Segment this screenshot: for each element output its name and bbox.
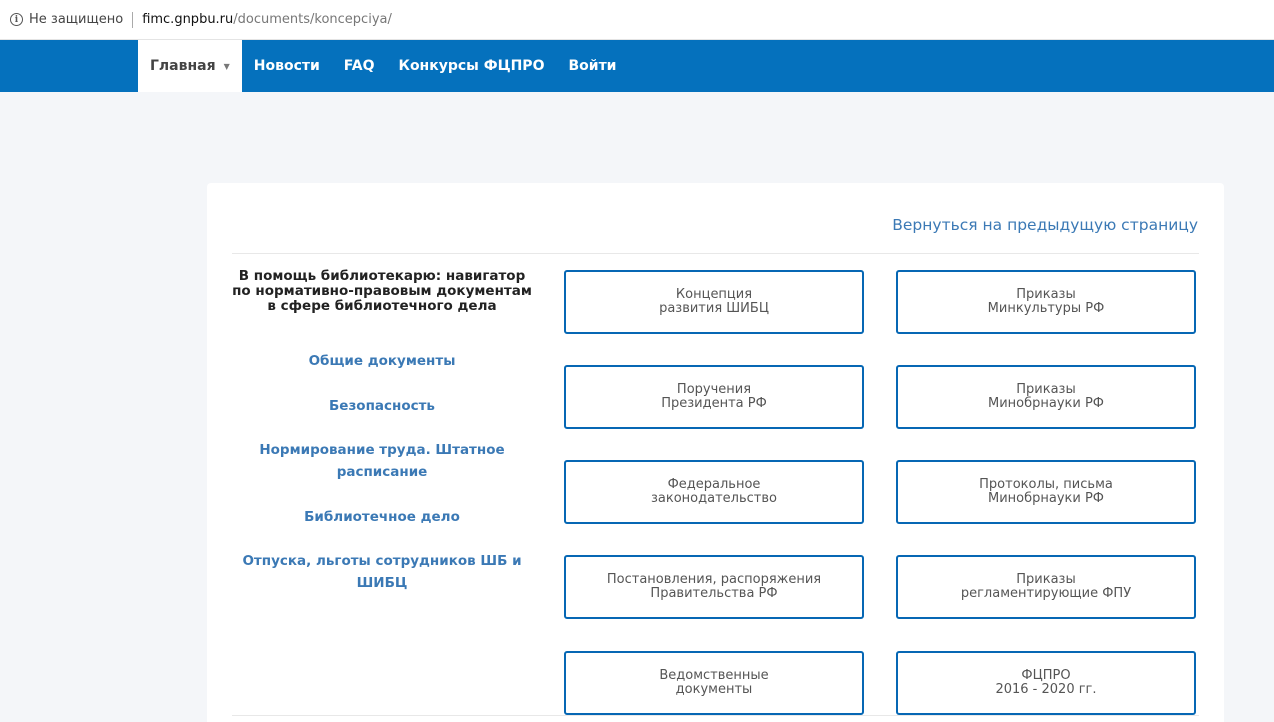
caret-down-icon: ▼ (223, 61, 230, 71)
button-label: Приказы Минобрнауки РФ (987, 382, 1104, 411)
sidebar-title: В помощь библиотекарю: навигатор по норм… (232, 268, 532, 314)
info-icon[interactable]: i (10, 13, 23, 26)
url-path: /documents/koncepciya/ (233, 12, 392, 27)
button-label: Постановления, распоряжения Правительств… (606, 572, 822, 601)
nav-item-login[interactable]: Войти (556, 40, 628, 92)
button-label: Федеральное законодательство (651, 477, 777, 506)
button-label: Протоколы, письма Минобрнауки РФ (979, 477, 1113, 506)
button-protocols-letters[interactable]: Протоколы, письма Минобрнауки РФ (896, 460, 1196, 524)
main-navbar: Главная ▼ Новости FAQ Конкурсы ФЦПРО Вой… (0, 40, 1274, 92)
button-ministry-culture-orders[interactable]: Приказы Минкультуры РФ (896, 270, 1196, 334)
button-label: Концепция развития ШИБЦ (659, 287, 769, 316)
nav-item-news[interactable]: Новости (242, 40, 332, 92)
url-host: fimc.gnpbu.ru (142, 12, 234, 27)
button-label: Ведомственные документы (659, 668, 769, 697)
button-label: Приказы Минкультуры РФ (987, 287, 1105, 316)
button-president-instructions[interactable]: Поручения Президента РФ (564, 365, 864, 429)
button-fpu-regulating-orders[interactable]: Приказы регламентирующие ФПУ (896, 555, 1196, 619)
nav-item-home[interactable]: Главная ▼ (138, 40, 242, 92)
nav-item-label: Войти (568, 58, 617, 74)
button-label: ФЦПРО 2016 - 2020 гг. (995, 668, 1097, 697)
sidebar-link-security[interactable]: Безопасность (232, 395, 532, 417)
address-separator (132, 11, 134, 28)
sidebar-link-general-documents[interactable]: Общие документы (232, 350, 532, 372)
nav-item-contests[interactable]: Конкурсы ФЦПРО (387, 40, 557, 92)
sidebar-link-labor-rationing[interactable]: Нормирование труда. Штатное расписание (232, 439, 532, 483)
button-government-resolutions[interactable]: Постановления, распоряжения Правительств… (564, 555, 864, 619)
divider (232, 253, 1199, 254)
content-card: Вернуться на предыдущую страницу В помощ… (207, 183, 1224, 722)
nav-item-label: Новости (253, 58, 320, 74)
button-concept-development[interactable]: Концепция развития ШИБЦ (564, 270, 864, 334)
sidebar-link-library-affairs[interactable]: Библиотечное дело (232, 506, 532, 528)
nav-item-label: FAQ (343, 58, 375, 74)
nav-item-label: Конкурсы ФЦПРО (398, 58, 545, 74)
nav-item-faq[interactable]: FAQ (332, 40, 387, 92)
button-ministry-education-orders[interactable]: Приказы Минобрнауки РФ (896, 365, 1196, 429)
button-label: Приказы регламентирующие ФПУ (960, 572, 1132, 601)
sidebar-link-vacations-benefits[interactable]: Отпуска, льготы сотрудников ШБ и ШИБЦ (232, 550, 532, 594)
button-fcpro-2016-2020[interactable]: ФЦПРО 2016 - 2020 гг. (896, 651, 1196, 715)
button-label: Поручения Президента РФ (661, 382, 767, 411)
button-federal-legislation[interactable]: Федеральное законодательство (564, 460, 864, 524)
navigator-sidebar: В помощь библиотекарю: навигатор по норм… (232, 269, 532, 314)
divider (232, 715, 1199, 716)
back-link[interactable]: Вернуться на предыдущую страницу (892, 216, 1198, 234)
address-bar[interactable]: i Не защищено fimc.gnpbu.ru/documents/ko… (0, 0, 1274, 40)
security-status: Не защищено (29, 12, 124, 27)
nav-item-label: Главная (150, 58, 216, 74)
button-departmental-documents[interactable]: Ведомственные документы (564, 651, 864, 715)
